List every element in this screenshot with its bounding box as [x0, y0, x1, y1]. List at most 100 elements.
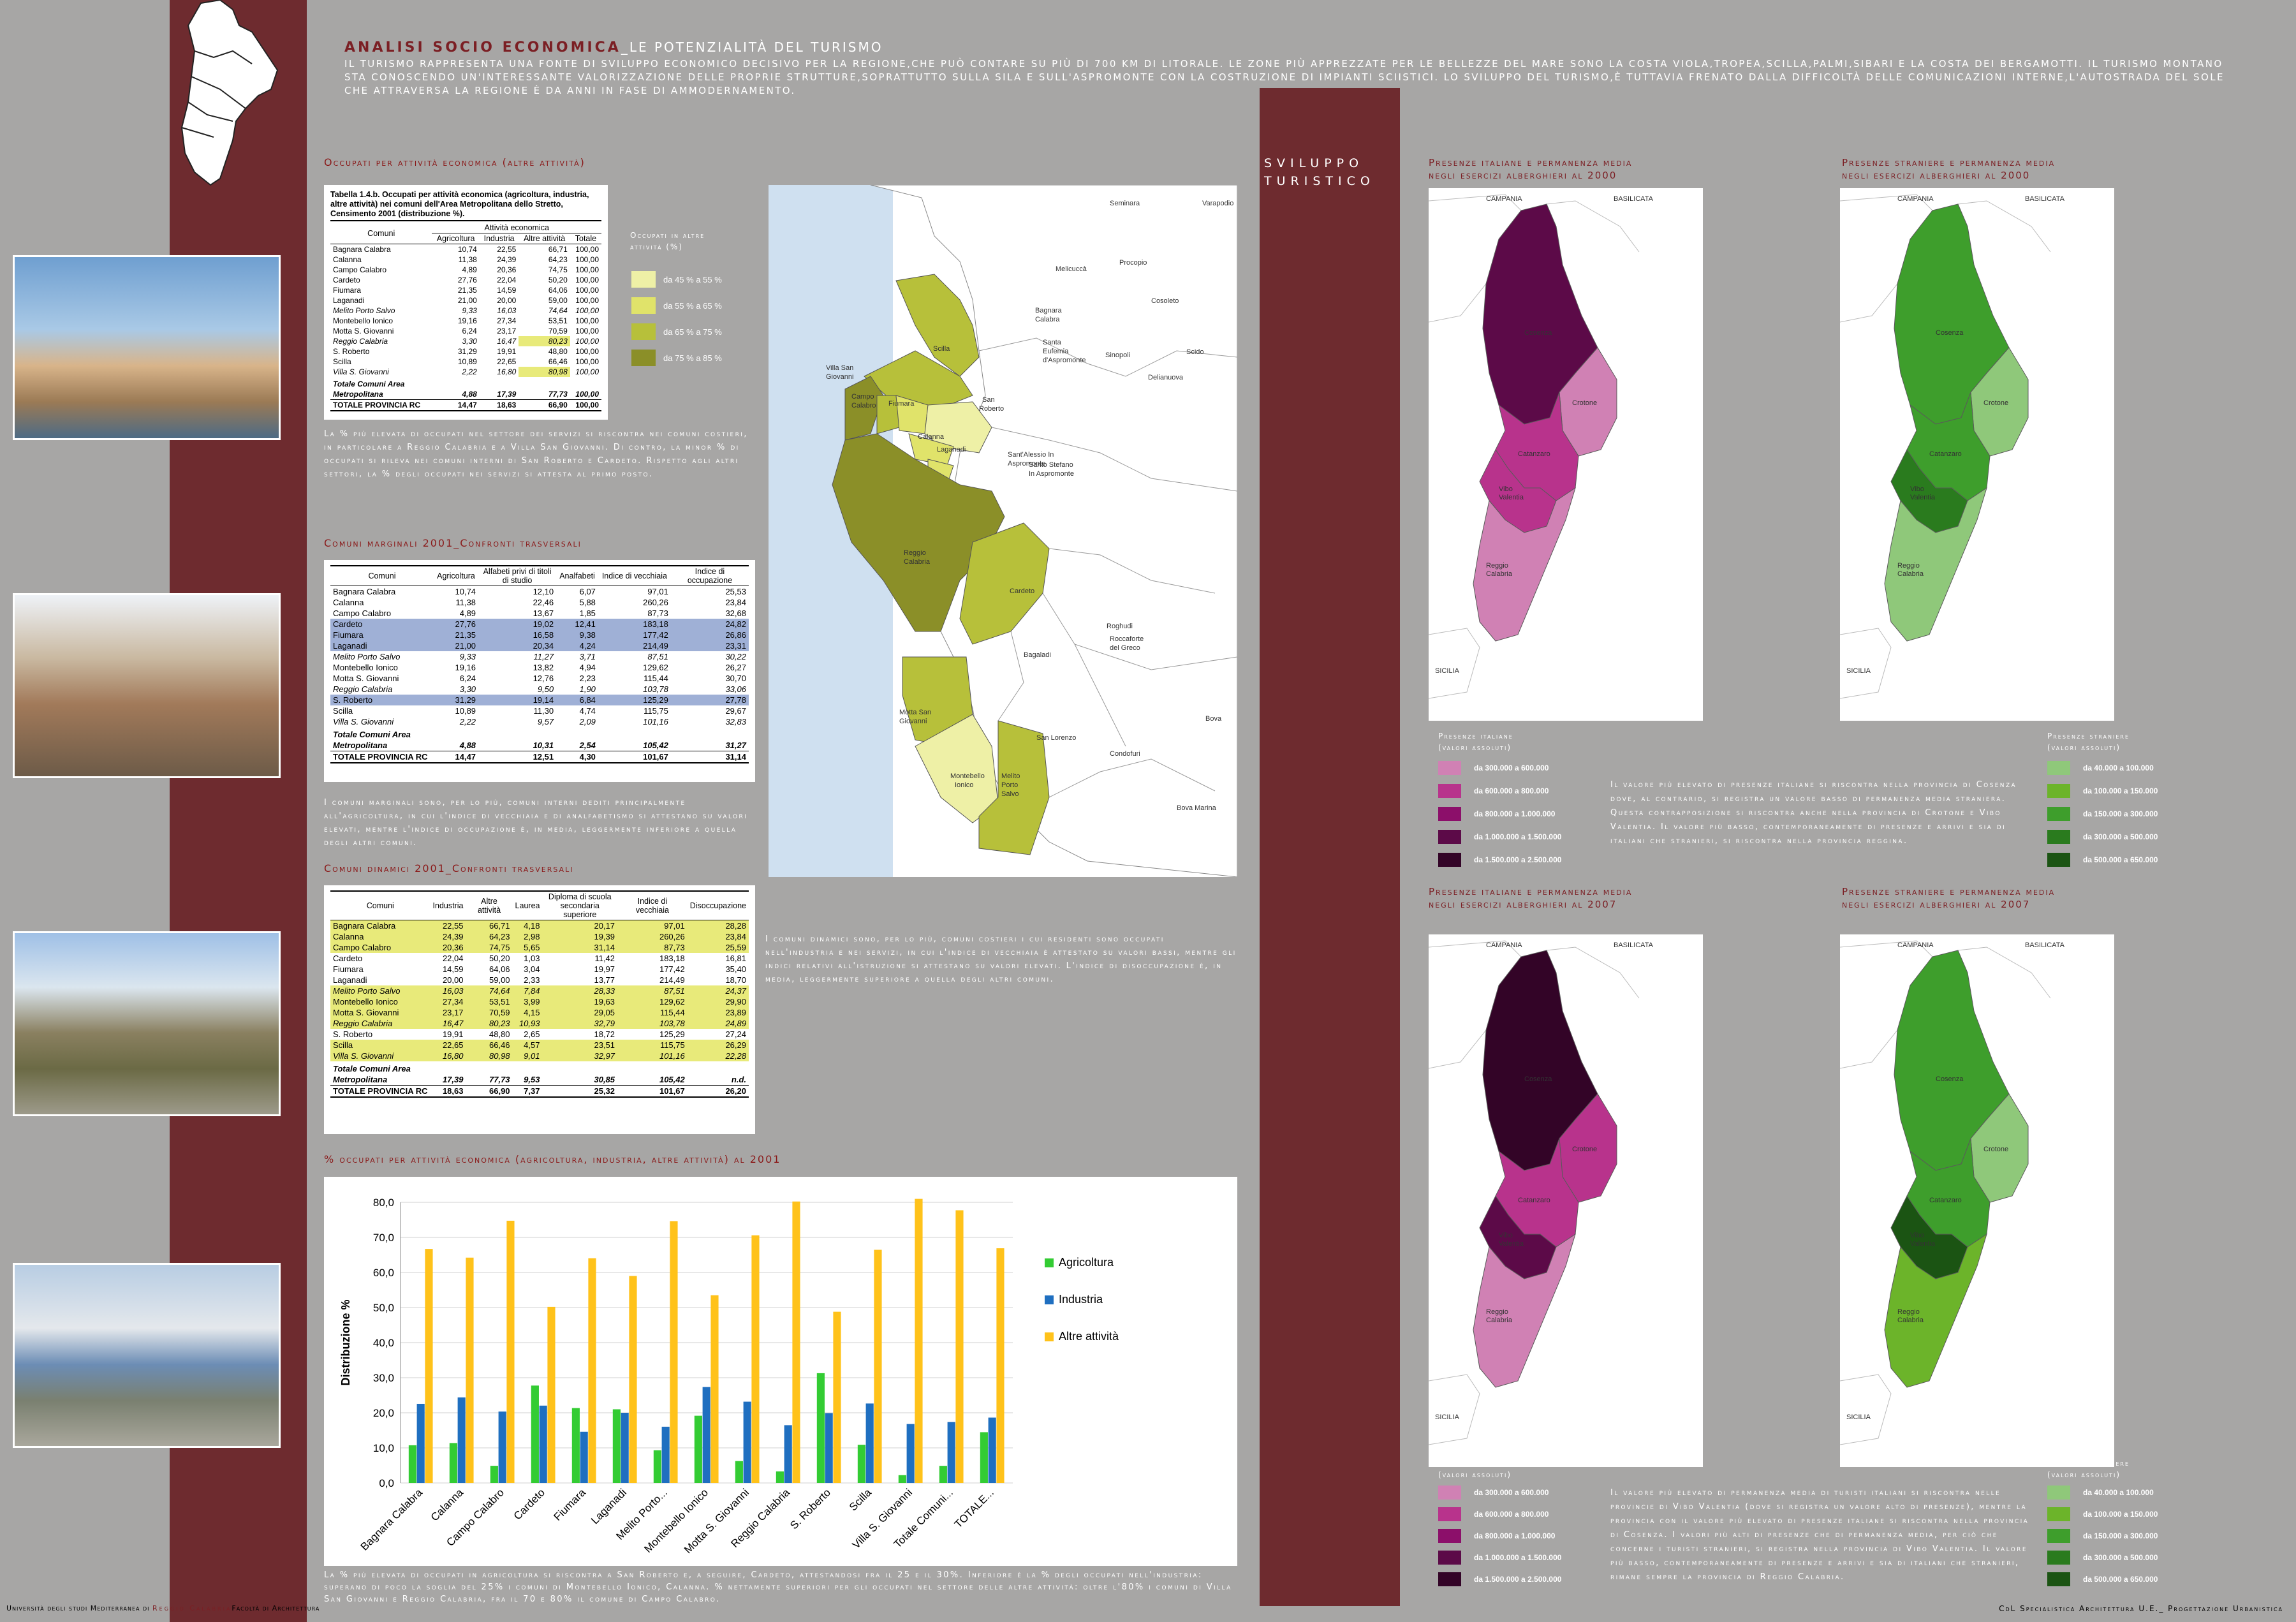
table1-caption: Tabella 1.4.b. Occupati per attività eco…	[330, 190, 601, 221]
table-cell: 74,75	[489, 943, 510, 952]
table-cell: 115,44	[659, 1008, 685, 1017]
table-cell: 14,47	[433, 751, 479, 763]
map-label: Varapodio	[1202, 200, 1233, 207]
table-header-cell: Indice di vecchiaia	[617, 891, 688, 920]
table-cell: Laganadi	[333, 975, 367, 985]
table-cell: 100,00	[575, 276, 599, 284]
table-cell: 6,24	[462, 327, 477, 335]
photo-scilla	[13, 255, 281, 440]
table-cell: 1,03	[524, 954, 540, 963]
table-cell: Scilla	[333, 1040, 353, 1050]
table-cell: n.d.	[731, 1075, 746, 1084]
table-cell: 14,59	[442, 964, 464, 974]
table-header-cell: Altre attività	[466, 891, 513, 920]
map-label: Fiumara	[888, 400, 915, 408]
legend-label: da 300.000 a 500.000	[2083, 832, 2158, 841]
table-cell: 50,20	[548, 276, 568, 284]
table-cell: 100,00	[575, 286, 599, 295]
table-cell: 103,78	[659, 1019, 685, 1028]
map-label: Villa San	[826, 364, 853, 372]
table-cell: 6,24	[459, 674, 476, 683]
map-label: SICILIA	[1846, 667, 1871, 675]
legend-label: da 800.000 a 1.000.000	[1474, 809, 1556, 818]
table-cell: Totale Comuni Area	[333, 730, 411, 739]
table-cell: Metropolitana	[333, 1075, 388, 1084]
y-tick-label: 10,0	[373, 1442, 394, 1454]
province-label: Vibo	[1499, 485, 1513, 493]
footer-university: Università degli studi Mediterranea di	[6, 1604, 153, 1612]
map-foreign-2007: CAMPANIA BASILICATA SICILIA Cosenza Crotone C…	[1839, 934, 2114, 1467]
legend-label: da 600.000 a 800.000	[1474, 786, 1549, 795]
table-cell: 31,29	[455, 695, 476, 705]
table-cell: 2,54	[579, 741, 596, 750]
table-cell: 20,00	[497, 296, 517, 305]
table-cell: 100,00	[575, 390, 599, 399]
legend-label: da 300.000 a 600.000	[1474, 763, 1549, 772]
table-cell: Bagnara Calabra	[333, 587, 396, 596]
table-row: Reggio Calabria 16,47 80,23 10,93 32,79 103,7…	[330, 1018, 749, 1029]
table-cell: 5,88	[579, 598, 596, 607]
legend-swatch	[631, 350, 656, 366]
sviluppo-line2: TURISTICO	[1264, 174, 1375, 188]
table-cell: 80,98	[519, 367, 570, 377]
legend-swatch	[1438, 761, 1461, 775]
map-label: Roghudi	[1107, 623, 1133, 630]
x-tick-label: Bagnara Calabra	[358, 1486, 425, 1553]
province-label: Crotone	[1572, 399, 1597, 407]
legend-title: (valori assoluti)	[1438, 743, 1512, 752]
table-row: Laganadi 21,00 20,00 59,00 100,00	[330, 295, 601, 306]
table-cell: Villa S. Giovanni	[333, 367, 389, 376]
bar-agricoltura	[735, 1461, 743, 1483]
table-cell: 27,34	[442, 997, 464, 1006]
table-cell: Totale Comuni Area	[333, 1064, 411, 1073]
table-row: Scilla 10,89 22,65 66,46 100,00	[330, 357, 601, 367]
map-label: Melicuccà	[1056, 265, 1087, 273]
table-row: Cardeto 22,04 50,20 1,03 11,42 183,18 16,81	[330, 953, 749, 964]
table-cell: Laganadi	[333, 641, 367, 651]
province-label: Reggio	[1897, 562, 1920, 570]
table-cell: 100,00	[575, 296, 599, 305]
table-cell: 100,00	[575, 255, 599, 264]
province-label: Crotone	[1983, 399, 2008, 407]
table-cell: 9,38	[579, 630, 596, 640]
map-label: Seminara	[1110, 200, 1140, 207]
table-cell: 21,35	[455, 630, 476, 640]
table-cell: 20,00	[442, 975, 464, 985]
table-row: Calanna 11,38 24,39 64,23 100,00	[330, 254, 601, 265]
page-subtitle: _LE POTENZIALITÀ DEL TURISMO	[621, 40, 883, 55]
map-label: Delianuova	[1148, 374, 1184, 381]
table-cell: 19,97	[594, 964, 615, 974]
table-cell: 11,38	[458, 255, 477, 264]
table1-header-cell: Totale	[570, 233, 601, 244]
legend-title: Presenze straniere	[2047, 1459, 2130, 1468]
table-row: Fiumara 21,35 16,58 9,38 177,42 26,86	[330, 630, 749, 640]
table-cell: 2,09	[579, 717, 596, 726]
table-row: Reggio Calabria 3,30 16,47 80,23 100,00	[330, 336, 601, 346]
province-label: Vibo	[1499, 1232, 1513, 1239]
table2: Comuni Agricoltura Alfabeti privi di titol…	[330, 565, 749, 763]
table-cell: 66,71	[489, 921, 510, 931]
table-cell: 24,82	[725, 619, 746, 629]
table-row: Metropolitana 4,88 10,31 2,54 105,42 31,27	[330, 740, 749, 751]
table-cell: 32,97	[594, 1051, 615, 1061]
province-label: Crotone	[1572, 1146, 1597, 1153]
table-row: Totale Comuni Area	[330, 377, 601, 389]
bar-industria	[539, 1405, 547, 1483]
map-label: Laganadi	[937, 446, 966, 453]
table-cell: 24,39	[497, 255, 517, 264]
bar-industria	[580, 1431, 588, 1483]
table3-box: Comuni Industria Altre attività Laurea Diplo…	[324, 885, 755, 1134]
legend-item: da 1.500.000 a 2.500.000	[1438, 1572, 1561, 1586]
bar-agricoltura	[694, 1415, 702, 1483]
section3-title: Comuni dinamici 2001_Confronti trasversa…	[324, 862, 574, 874]
map-label: CAMPANIA	[1897, 941, 1934, 949]
footer-right: CdL Specialistica Architettura U.E._ Pro…	[1999, 1604, 2283, 1613]
map-label: Reggio	[904, 549, 926, 557]
table-cell: 10,93	[519, 1019, 540, 1028]
bar-altre-attività	[506, 1220, 515, 1483]
table-cell: 11,42	[594, 954, 615, 963]
y-tick-label: 30,0	[373, 1372, 394, 1384]
bar-industria	[743, 1401, 751, 1483]
bar-altre-attività	[710, 1295, 719, 1483]
table1-group-header: Attività economica	[432, 223, 601, 233]
